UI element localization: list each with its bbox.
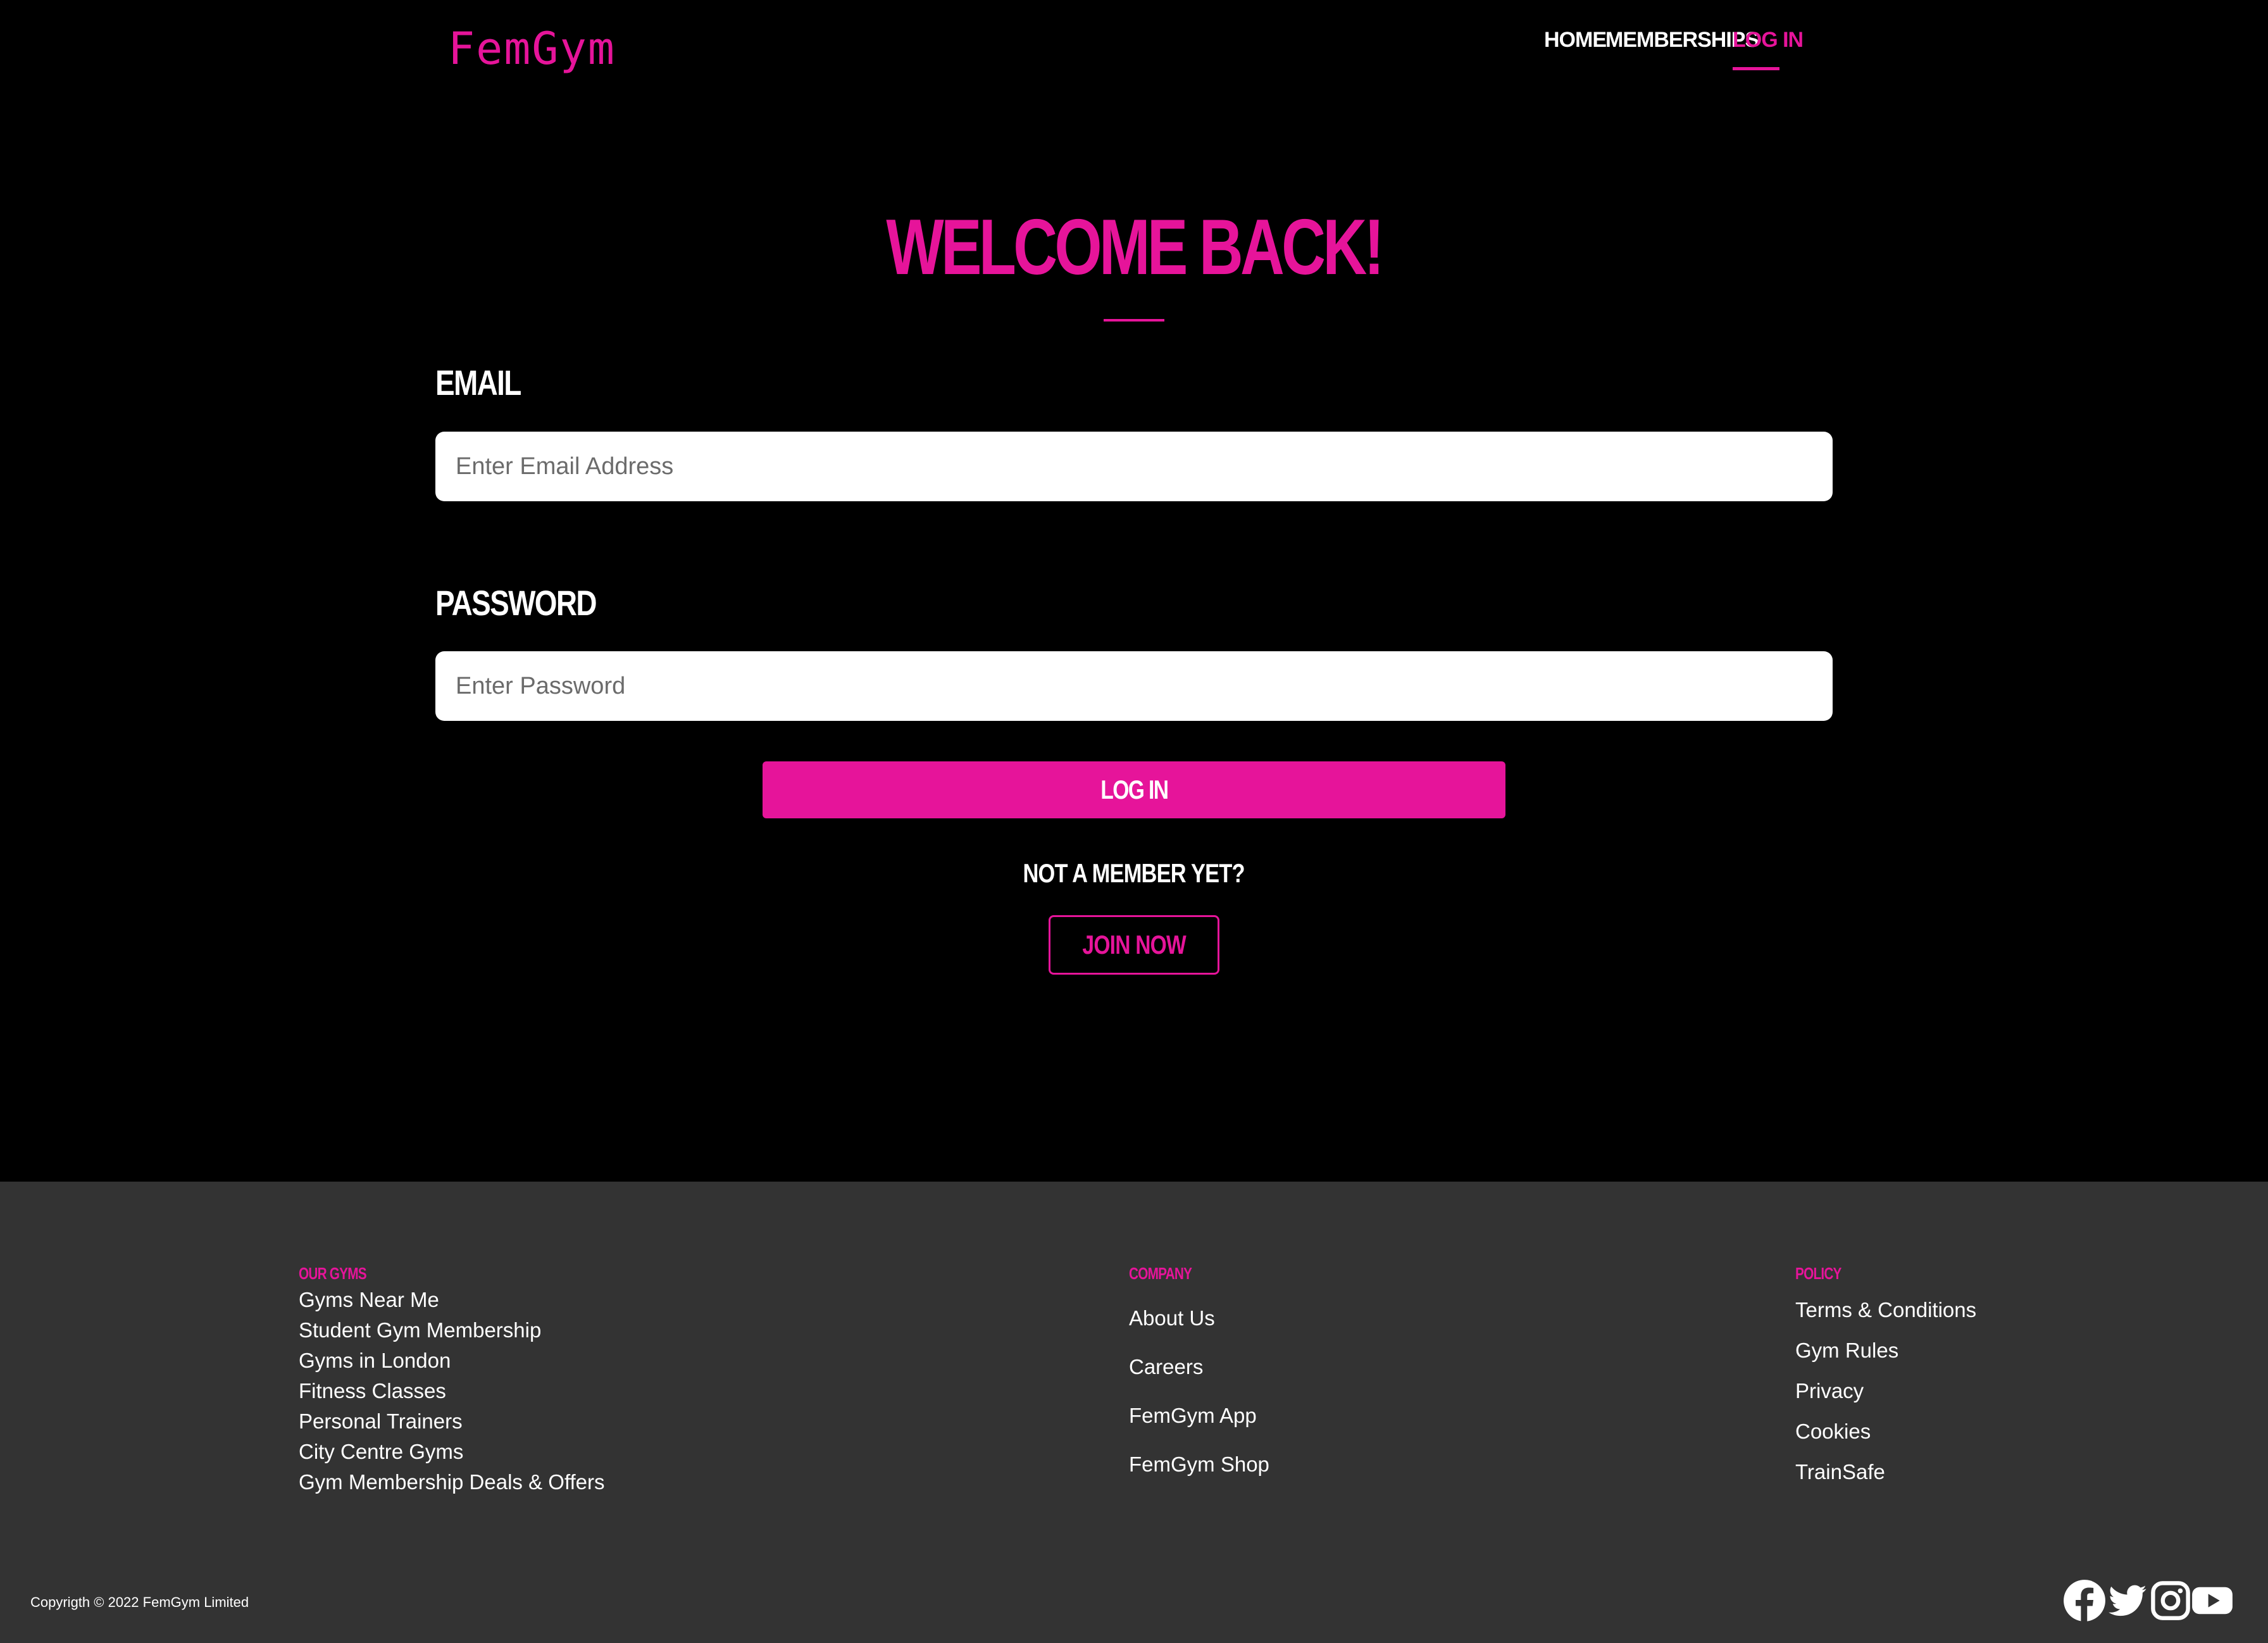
list-item: Terms & Conditions: [1795, 1298, 1976, 1339]
footer-links-policy: Terms & Conditions Gym Rules Privacy Coo…: [1795, 1298, 1976, 1501]
list-item: Gym Membership Deals & Offers: [299, 1470, 605, 1501]
footer-link[interactable]: FemGym App: [1129, 1404, 1257, 1427]
login-button[interactable]: LOG IN: [763, 761, 1505, 818]
nav-active-indicator: [1733, 67, 1779, 70]
site-footer: OUR GYMS Gyms Near Me Student Gym Member…: [0, 1182, 2268, 1643]
list-item: About Us: [1129, 1306, 1269, 1355]
footer-link[interactable]: FemGym Shop: [1129, 1452, 1269, 1476]
list-item: Privacy: [1795, 1379, 1976, 1420]
list-item: Student Gym Membership: [299, 1318, 605, 1349]
list-item: Cookies: [1795, 1420, 1976, 1460]
footer-links-our-gyms: Gyms Near Me Student Gym Membership Gyms…: [299, 1288, 605, 1501]
list-item: Personal Trainers: [299, 1409, 605, 1440]
nav-home-link[interactable]: HOME: [1544, 28, 1607, 53]
email-field[interactable]: [435, 432, 1833, 501]
password-field[interactable]: [435, 651, 1833, 721]
footer-link[interactable]: Gym Membership Deals & Offers: [299, 1470, 605, 1494]
footer-link[interactable]: Privacy: [1795, 1379, 1864, 1402]
footer-link[interactable]: Gym Rules: [1795, 1339, 1898, 1362]
list-item: TrainSafe: [1795, 1460, 1976, 1501]
footer-link[interactable]: TrainSafe: [1795, 1460, 1885, 1484]
footer-link[interactable]: Careers: [1129, 1355, 1203, 1378]
password-label: PASSWORD: [435, 583, 597, 623]
youtube-icon[interactable]: [2191, 1579, 2234, 1622]
footer-link[interactable]: City Centre Gyms: [299, 1440, 463, 1463]
footer-links-company: About Us Careers FemGym App FemGym Shop: [1129, 1306, 1269, 1501]
list-item: Gym Rules: [1795, 1339, 1976, 1379]
list-item: City Centre Gyms: [299, 1440, 605, 1470]
footer-link[interactable]: About Us: [1129, 1306, 1215, 1330]
join-now-button[interactable]: JOIN NOW: [1049, 915, 1219, 975]
not-member-text: NOT A MEMBER YET?: [1023, 858, 1245, 888]
nav-login-link[interactable]: LOG IN: [1733, 28, 1804, 53]
twitter-icon[interactable]: [2106, 1579, 2149, 1622]
instagram-icon[interactable]: [2149, 1579, 2192, 1622]
footer-link[interactable]: Personal Trainers: [299, 1409, 463, 1433]
list-item: Gyms Near Me: [299, 1288, 605, 1318]
footer-link[interactable]: Fitness Classes: [299, 1379, 446, 1402]
footer-heading-our-gyms: OUR GYMS: [299, 1264, 367, 1283]
footer-link[interactable]: Student Gym Membership: [299, 1318, 541, 1342]
title-divider: [1104, 319, 1164, 322]
site-logo[interactable]: FemGym: [448, 23, 616, 75]
email-label: EMAIL: [435, 363, 521, 403]
footer-link[interactable]: Gyms Near Me: [299, 1288, 439, 1311]
footer-link[interactable]: Gyms in London: [299, 1349, 451, 1372]
list-item: Gyms in London: [299, 1349, 605, 1379]
footer-link[interactable]: Cookies: [1795, 1420, 1871, 1443]
footer-heading-company: COMPANY: [1129, 1264, 1192, 1283]
footer-link[interactable]: Terms & Conditions: [1795, 1298, 1976, 1321]
list-item: FemGym App: [1129, 1404, 1269, 1452]
footer-heading-policy: POLICY: [1795, 1264, 1841, 1283]
list-item: Fitness Classes: [299, 1379, 605, 1409]
list-item: Careers: [1129, 1355, 1269, 1404]
facebook-icon[interactable]: [2063, 1579, 2106, 1622]
copyright-text: Copyrigth © 2022 FemGym Limited: [30, 1594, 249, 1610]
list-item: FemGym Shop: [1129, 1452, 1269, 1501]
page-title: WELCOME BACK!: [886, 204, 1385, 291]
